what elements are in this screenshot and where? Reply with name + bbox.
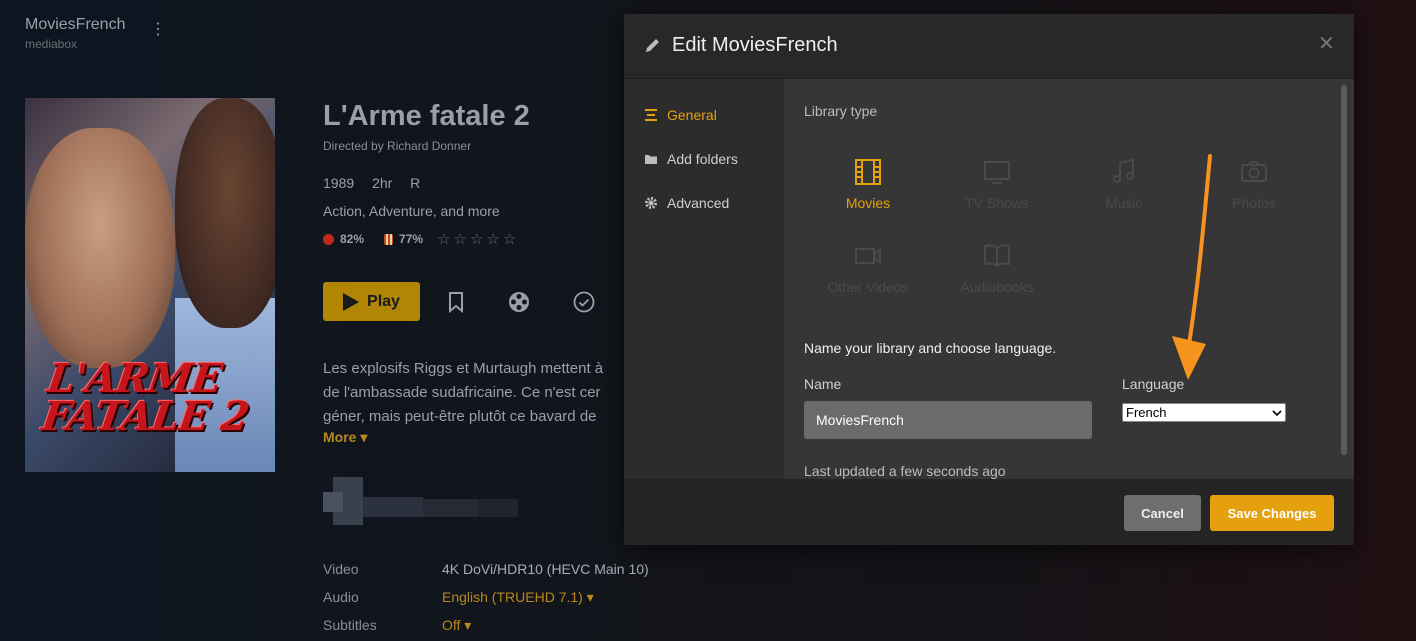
- type-label: Photos: [1232, 195, 1276, 211]
- type-label: Music: [1105, 195, 1143, 211]
- type-music[interactable]: Music: [1069, 157, 1179, 211]
- dialog-body: Library type Movies TV Shows Music Photo…: [784, 79, 1354, 479]
- library-header: MoviesFrench mediabox: [25, 16, 125, 51]
- type-tv-shows[interactable]: TV Shows: [942, 157, 1052, 211]
- more-link[interactable]: More ▾: [323, 429, 367, 446]
- movie-rating: R: [410, 175, 421, 191]
- poster-face-left: [25, 128, 175, 368]
- type-label: Audiobooks: [960, 279, 1034, 295]
- movie-facts: 1989 2hr R: [323, 175, 434, 191]
- chevron-down-icon: [1272, 409, 1282, 416]
- poster-face-right: [175, 98, 275, 328]
- type-label: Movies: [845, 195, 891, 211]
- language-value: French: [1126, 405, 1167, 420]
- bookmark-icon[interactable]: [445, 291, 467, 313]
- type-other-videos[interactable]: Other Videos: [813, 241, 923, 295]
- pencil-icon: [646, 39, 659, 52]
- tomato-icon: [323, 233, 334, 245]
- type-label: TV Shows: [965, 195, 1029, 211]
- nav-label: Add folders: [667, 151, 738, 167]
- nav-label: General: [667, 107, 717, 123]
- music-icon: [1113, 158, 1134, 183]
- redacted-block: [323, 477, 518, 527]
- audio-label: Audio: [323, 589, 359, 605]
- film-reel-icon[interactable]: [508, 291, 530, 313]
- close-icon[interactable]: ✕: [1318, 34, 1335, 54]
- cancel-button[interactable]: Cancel: [1124, 495, 1201, 531]
- play-label: Play: [367, 292, 400, 310]
- library-type-label: Library type: [804, 103, 878, 119]
- popcorn-icon: [384, 233, 394, 245]
- watched-check-icon[interactable]: [573, 291, 595, 313]
- nav-item-general[interactable]: General: [644, 107, 717, 123]
- subtitles-label: Subtitles: [323, 617, 377, 633]
- summary-line: de l'ambassade sudafricaine. Ce n'est ce…: [323, 384, 601, 401]
- summary-line: géner, mais peut-être plutôt ce bavard d…: [323, 408, 597, 425]
- audience-score: 77%: [399, 232, 424, 246]
- audio-select[interactable]: English (TRUEHD 7.1) ▾: [442, 589, 594, 606]
- dialog-nav: General Add folders Advanced: [624, 79, 784, 479]
- play-icon: [343, 292, 360, 311]
- type-photos[interactable]: Photos: [1199, 157, 1309, 211]
- summary-line: Les explosifs Riggs et Murtaugh mettent …: [323, 360, 604, 377]
- instructions-text: Name your library and choose language.: [804, 340, 1057, 356]
- nav-item-add-folders[interactable]: Add folders: [644, 151, 738, 167]
- movie-poster[interactable]: L'ARME FATALE 2: [25, 98, 275, 472]
- camera-icon: [1241, 161, 1267, 182]
- folder-icon: [645, 155, 657, 164]
- play-button[interactable]: Play: [323, 282, 420, 321]
- nav-label: Advanced: [667, 195, 730, 211]
- movie-summary: Les explosifs Riggs et Murtaugh mettent …: [323, 357, 628, 429]
- movie-director: Directed by Richard Donner: [323, 139, 472, 153]
- gear-icon: [645, 197, 657, 209]
- last-updated-text: Last updated a few seconds ago: [804, 463, 1006, 479]
- name-label: Name: [804, 376, 842, 392]
- library-name-input[interactable]: [804, 401, 1092, 439]
- video-label: Video: [323, 561, 359, 577]
- dialog-footer: Cancel Save Changes: [624, 479, 1354, 545]
- poster-title: L'ARME FATALE 2: [39, 355, 252, 440]
- language-label: Language: [1122, 376, 1185, 392]
- language-select[interactable]: French: [1122, 403, 1286, 422]
- movie-duration: 2hr: [372, 175, 393, 191]
- library-title[interactable]: MoviesFrench: [25, 16, 125, 34]
- dialog-title: Edit MoviesFrench: [672, 34, 838, 56]
- save-changes-button[interactable]: Save Changes: [1210, 495, 1334, 531]
- type-movies[interactable]: Movies: [813, 157, 923, 211]
- book-icon: [984, 244, 1010, 268]
- subtitles-select[interactable]: Off ▾: [442, 617, 471, 634]
- movie-ratings: 82% 77% ☆☆☆☆☆: [323, 230, 519, 248]
- critic-score: 82%: [340, 232, 365, 246]
- type-audiobooks[interactable]: Audiobooks: [942, 241, 1052, 295]
- list-icon: [645, 109, 657, 121]
- type-label: Other Videos: [827, 279, 909, 295]
- video-value: 4K DoVi/HDR10 (HEVC Main 10): [442, 561, 649, 577]
- dialog-scrollbar[interactable]: [1341, 85, 1347, 455]
- nav-item-advanced[interactable]: Advanced: [644, 195, 729, 211]
- more-options-icon[interactable]: ⋮: [150, 22, 166, 38]
- film-icon: [855, 159, 881, 185]
- dialog-header: Edit MoviesFrench ✕: [624, 14, 1354, 79]
- user-star-rating[interactable]: ☆☆☆☆☆: [437, 230, 519, 248]
- server-name: mediabox: [25, 37, 78, 51]
- movie-genres: Action, Adventure, and more: [323, 203, 500, 219]
- movie-title: L'Arme fatale 2: [323, 100, 530, 132]
- video-camera-icon: [855, 248, 881, 264]
- movie-year: 1989: [323, 175, 355, 191]
- edit-library-dialog: Edit MoviesFrench ✕ General Add folders …: [624, 14, 1354, 545]
- tv-icon: [984, 161, 1010, 184]
